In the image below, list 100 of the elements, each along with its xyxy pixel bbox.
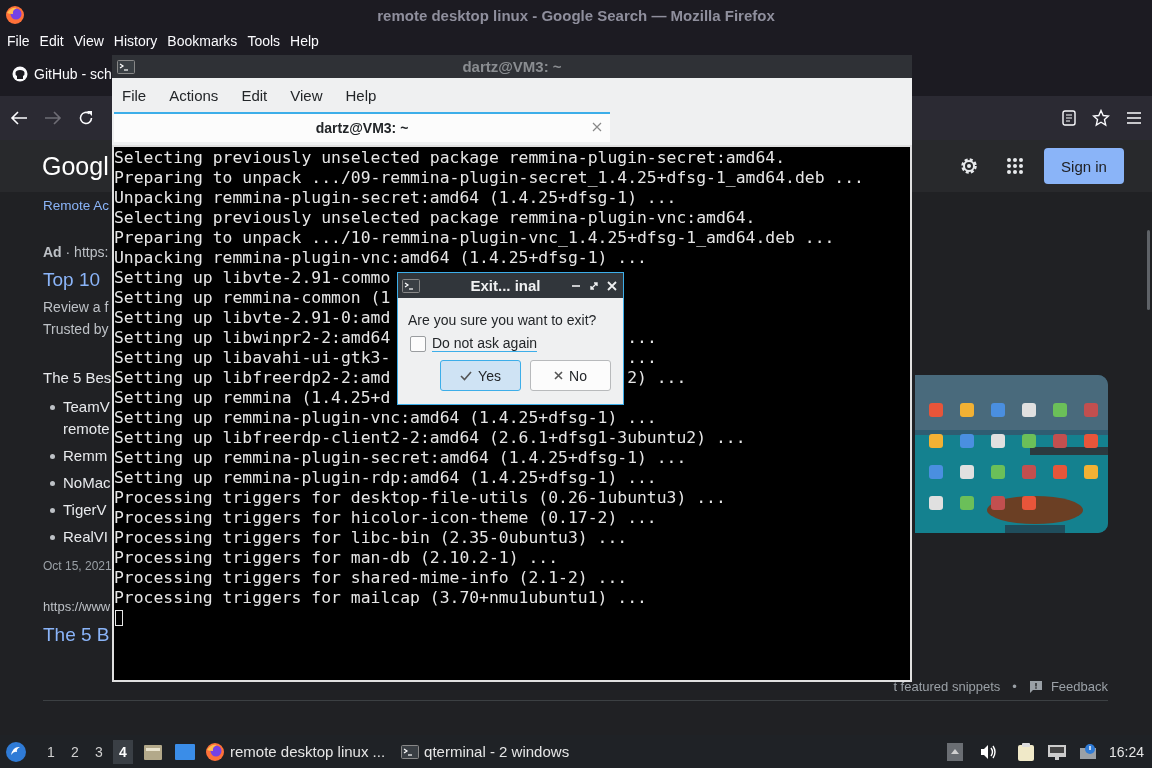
- reload-icon[interactable]: [78, 110, 94, 126]
- terminal-line: Processing triggers for hicolor-icon-theme (0.17-2) ...: [114, 508, 657, 528]
- terminal-line: Selecting previously unselected package remmina-plugin-secret:amd64.: [114, 148, 786, 168]
- clipboard-icon[interactable]: [1016, 741, 1035, 762]
- terminal-line: Preparing to unpack .../10-remmina-plugin-vnc_1.4.25+dfsg-1_amd64.deb ...: [114, 228, 835, 248]
- terminal-icon: [402, 278, 420, 293]
- menu-icon[interactable]: [1126, 111, 1142, 125]
- menu-item[interactable]: Actions: [163, 86, 225, 104]
- desktop-switcher-button[interactable]: 3: [89, 739, 109, 764]
- menu-item[interactable]: File: [3, 33, 34, 49]
- terminal-line: Preparing to unpack .../09-remmina-plugin-secret_1.4.25+dfsg-1_amd64.deb ...: [114, 168, 864, 188]
- menu-item[interactable]: History: [109, 33, 162, 49]
- back-icon[interactable]: [10, 110, 28, 126]
- terminal-line: Processing triggers for mailcap (3.70+nmu1ubuntu1) ...: [114, 588, 647, 608]
- terminal-line: Setting up libwinpr2-2:amd64: [114, 328, 391, 348]
- bullet-icon: [50, 535, 55, 540]
- terminal-line: Setting up libvte-2.91-0:amd: [114, 308, 391, 328]
- list-item-text: TeamV: [63, 397, 110, 417]
- bullet-icon: [50, 508, 55, 513]
- snippet-heading: The 5 Bes: [43, 368, 112, 388]
- result-link[interactable]: Remote Ac: [43, 196, 110, 216]
- yes-button[interactable]: Yes: [440, 360, 521, 391]
- menu-item[interactable]: Help: [339, 86, 383, 104]
- firefox-icon: [205, 741, 225, 762]
- reader-view-icon[interactable]: [1062, 110, 1076, 126]
- terminal-line: Setting up libvte-2.91-commo: [114, 268, 391, 288]
- desktop-switcher-button[interactable]: 4: [113, 739, 133, 764]
- check-icon: [460, 370, 473, 381]
- checkbox-label[interactable]: Do not ask again: [432, 335, 538, 352]
- desktop-switcher-button[interactable]: 2: [65, 739, 85, 764]
- result-title-link[interactable]: Top 10: [43, 267, 101, 293]
- terminal-line: Setting up libfreerdp-client2-2:amd64 (2.6.1+dfsg1-3ubuntu2) ...: [114, 428, 746, 448]
- ad-url: Ad · https:: [43, 243, 109, 262]
- clock: 16:24: [1108, 743, 1144, 760]
- list-item-text: NoMac: [63, 473, 111, 493]
- bullet-icon: [50, 405, 55, 410]
- bullet-icon: [50, 454, 55, 459]
- apps-grid-icon[interactable]: [1006, 157, 1024, 175]
- no-button[interactable]: No: [530, 360, 611, 391]
- terminal-line: Selecting previously unselected package remmina-plugin-vnc:amd64.: [114, 208, 756, 228]
- folder-icon[interactable]: [143, 742, 163, 761]
- list-item-text: Remm: [63, 446, 108, 466]
- terminal-line: Processing triggers for shared-mime-info (2.1-2) ...: [114, 568, 628, 588]
- menu-item[interactable]: Edit: [235, 86, 274, 104]
- list-item-text: TigerV: [63, 500, 107, 520]
- show-desktop-icon[interactable]: [175, 743, 195, 760]
- sign-in-button[interactable]: Sign in: [1044, 148, 1124, 184]
- firefox-icon: [5, 5, 25, 25]
- terminal-line: Processing triggers for desktop-file-utils (0.26-1ubuntu3) ...: [114, 488, 726, 508]
- terminal-line: Setting up remmina-plugin-vnc:amd64 (1.4.25+dfsg-1) ...: [114, 408, 657, 428]
- feedback-link[interactable]: Feedback: [1050, 678, 1108, 696]
- terminal-line: Processing triggers for man-db (2.10.2-1) ...: [114, 548, 559, 568]
- terminal-icon: [401, 744, 420, 759]
- terminal-line: ...: [627, 328, 657, 348]
- result-url: https://www: [43, 598, 111, 616]
- maximize-icon[interactable]: [589, 280, 599, 291]
- terminal-tab[interactable]: dartz@VM3: ~: [114, 112, 610, 142]
- separator-dot: •: [1012, 678, 1017, 696]
- list-item-text: RealVI: [63, 527, 109, 547]
- settings-icon[interactable]: [958, 155, 980, 177]
- feedback-icon[interactable]: [1028, 680, 1043, 694]
- text-cursor: [115, 610, 123, 626]
- menu-item[interactable]: Edit: [35, 33, 68, 49]
- start-menu-icon[interactable]: [5, 740, 27, 763]
- terminal-line: Setting up remmina-common (1: [114, 288, 391, 308]
- checkbox[interactable]: [410, 335, 426, 352]
- result-snippet: Trusted by: [43, 320, 109, 339]
- terminal-line: Setting up remmina-plugin-secret:amd64 (1.4.25+dfsg-1) ...: [114, 448, 687, 468]
- terminal-line: Setting up libavahi-ui-gtk3-: [114, 348, 391, 368]
- browser-tab[interactable]: GitHub - sch: [8, 66, 116, 82]
- menu-item[interactable]: Tools: [243, 33, 285, 49]
- notification-icon[interactable]: [1078, 742, 1097, 761]
- terminal-line: Unpacking remmina-plugin-secret:amd64 (1.4.25+dfsg-1) ...: [114, 188, 677, 208]
- dialog-title: Exit... inal: [469, 277, 542, 294]
- list-item-text: remote: [63, 419, 110, 439]
- terminal-line: 2) ...: [627, 368, 687, 388]
- menu-item[interactable]: Help: [286, 33, 323, 49]
- bullet-icon: [50, 481, 55, 486]
- taskbar-task-button[interactable]: remote desktop linux ...: [199, 736, 392, 767]
- scrollbar[interactable]: [1147, 230, 1150, 310]
- dialog-message: Are you sure you want to exit?: [408, 312, 598, 328]
- taskbar-task-button[interactable]: qterminal - 2 windows: [395, 736, 576, 767]
- featured-snippets-link[interactable]: t featured snippets: [893, 678, 1001, 696]
- result-date: Oct 15, 2021: [43, 558, 112, 575]
- menu-item[interactable]: View: [69, 33, 108, 49]
- terminal-line: Setting up remmina-plugin-rdp:amd64 (1.4.25+dfsg-1) ...: [114, 468, 657, 488]
- result-title-link[interactable]: The 5 B: [43, 622, 110, 648]
- desktop-switcher-button[interactable]: 1: [41, 739, 61, 764]
- star-icon[interactable]: [1092, 109, 1110, 127]
- menu-item[interactable]: Bookmarks: [163, 33, 242, 49]
- terminal-line: Processing triggers for libc-bin (2.35-0ubuntu3) ...: [114, 528, 628, 548]
- terminal-line: Unpacking remmina-plugin-vnc:amd64 (1.4.25+dfsg-1) ...: [114, 248, 647, 268]
- tray-expand-icon[interactable]: [946, 742, 963, 761]
- terminal-icon: [117, 59, 135, 74]
- network-icon[interactable]: [1046, 743, 1067, 760]
- menu-item[interactable]: File: [116, 86, 153, 104]
- result-snippet: Review a f: [43, 298, 109, 317]
- menu-item[interactable]: View: [284, 86, 329, 104]
- window-title: dartz@VM3: ~: [461, 58, 563, 75]
- terminal-line: Setting up remmina (1.4.25+d: [114, 388, 391, 408]
